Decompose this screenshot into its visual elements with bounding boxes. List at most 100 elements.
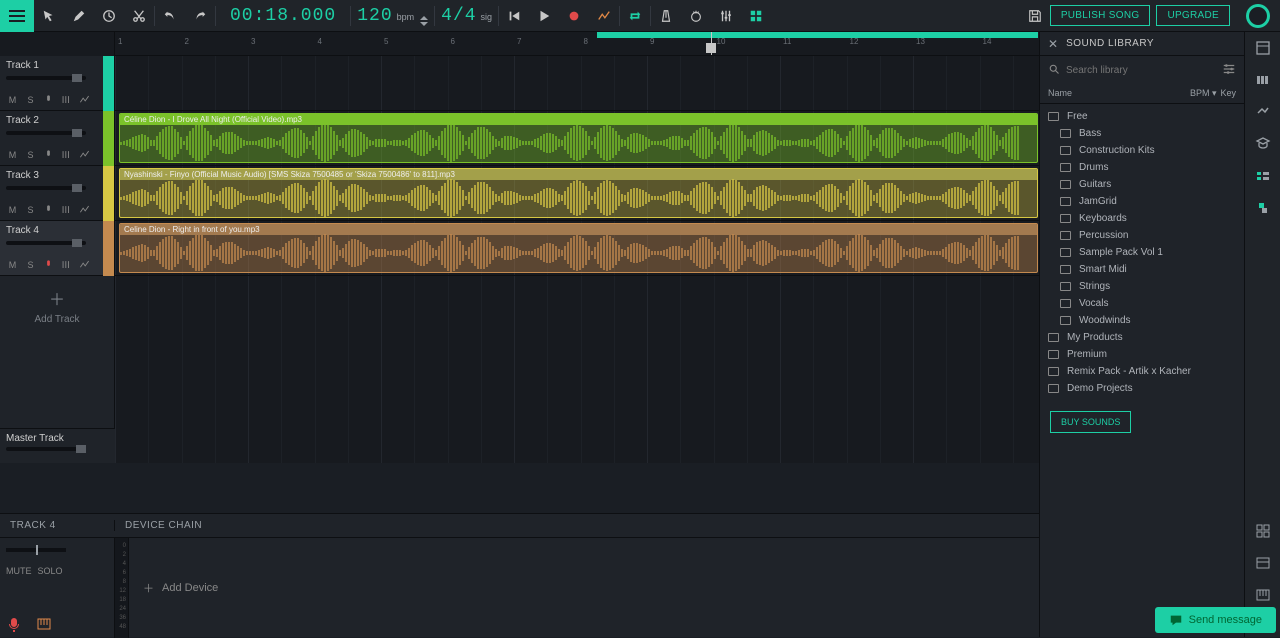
library-folder[interactable]: Construction Kits: [1040, 142, 1244, 159]
library-folder[interactable]: My Products: [1040, 329, 1244, 346]
solo-button[interactable]: SOLO: [38, 566, 63, 576]
solo-toggle[interactable]: S: [24, 148, 37, 161]
filter-icon[interactable]: [1222, 62, 1236, 79]
track-header[interactable]: Track 3 M S: [0, 166, 114, 221]
metronome-button[interactable]: [651, 0, 681, 32]
col-name[interactable]: Name: [1048, 88, 1190, 99]
chat-button[interactable]: Send message: [1155, 607, 1276, 633]
pointer-tool[interactable]: [34, 0, 64, 32]
track-color[interactable]: [103, 221, 114, 276]
automation-icon[interactable]: [78, 93, 91, 106]
library-folder[interactable]: Keyboards: [1040, 210, 1244, 227]
library-folder[interactable]: Free: [1040, 108, 1244, 125]
library-folder[interactable]: JamGrid: [1040, 193, 1244, 210]
track-header[interactable]: Track 2 M S: [0, 111, 114, 166]
col-key[interactable]: Key: [1220, 88, 1236, 99]
library-search-input[interactable]: [1060, 65, 1222, 76]
upgrade-button[interactable]: UPGRADE: [1156, 5, 1230, 26]
solo-toggle[interactable]: S: [24, 93, 37, 106]
buy-sounds-button[interactable]: BUY SOUNDS: [1050, 411, 1131, 433]
transport-time[interactable]: 00:18.000: [216, 6, 350, 26]
grid-button[interactable]: [741, 0, 771, 32]
midi-tab-icon[interactable]: [1253, 70, 1273, 90]
library-folder[interactable]: Strings: [1040, 278, 1244, 295]
library-folder[interactable]: Vocals: [1040, 295, 1244, 312]
eq-icon[interactable]: [60, 258, 73, 271]
add-track-button[interactable]: ＋Add Track: [0, 276, 114, 335]
master-volume-slider[interactable]: [6, 447, 86, 451]
pan-slider[interactable]: [6, 548, 66, 552]
timesig-display[interactable]: 4/4 sig: [435, 6, 498, 26]
track-color[interactable]: [103, 166, 114, 221]
library-folder[interactable]: Demo Projects: [1040, 380, 1244, 397]
eq-icon[interactable]: [60, 203, 73, 216]
play-button[interactable]: [529, 0, 559, 32]
save-button[interactable]: [1020, 0, 1050, 32]
user-avatar[interactable]: [1246, 4, 1270, 28]
library-folder[interactable]: Remix Pack - Artik x Kacher: [1040, 363, 1244, 380]
col-bpm[interactable]: BPM ▾: [1190, 88, 1217, 99]
undo-button[interactable]: [155, 0, 185, 32]
fx-icon[interactable]: [1253, 166, 1273, 186]
library-close-icon[interactable]: ✕: [1048, 37, 1058, 51]
mic-icon[interactable]: [42, 203, 55, 216]
clock-tool[interactable]: [94, 0, 124, 32]
solo-toggle[interactable]: S: [24, 203, 37, 216]
academy-icon[interactable]: [1253, 134, 1273, 154]
audio-clip[interactable]: Céline Dion - I Drove All Night (Officia…: [119, 113, 1038, 163]
menu-button[interactable]: [0, 0, 34, 32]
library-folder[interactable]: Premium: [1040, 346, 1244, 363]
arm-record-icon[interactable]: [6, 616, 22, 632]
bpm-display[interactable]: 120 bpm: [351, 6, 434, 26]
track-volume-slider[interactable]: [6, 76, 86, 80]
mic-icon[interactable]: [42, 148, 55, 161]
automation-button[interactable]: [589, 0, 619, 32]
master-track-header[interactable]: Master Track: [0, 428, 115, 463]
library-folder[interactable]: Guitars: [1040, 176, 1244, 193]
automation-icon[interactable]: [78, 203, 91, 216]
panel-icon-1[interactable]: [1253, 521, 1273, 541]
redo-button[interactable]: [185, 0, 215, 32]
library-folder[interactable]: Bass: [1040, 125, 1244, 142]
loop-button[interactable]: [620, 0, 650, 32]
mute-toggle[interactable]: M: [6, 258, 19, 271]
library-folder[interactable]: Drums: [1040, 159, 1244, 176]
automation-icon[interactable]: [78, 258, 91, 271]
collab-icon[interactable]: [1253, 198, 1273, 218]
library-tree[interactable]: FreeBassConstruction KitsDrumsGuitarsJam…: [1040, 104, 1244, 401]
track-header[interactable]: Track 1 M S: [0, 56, 114, 111]
library-folder[interactable]: Woodwinds: [1040, 312, 1244, 329]
track-volume-slider[interactable]: [6, 241, 86, 245]
track-color[interactable]: [103, 56, 114, 111]
cut-tool[interactable]: [124, 0, 154, 32]
library-folder[interactable]: Smart Midi: [1040, 261, 1244, 278]
audio-clip[interactable]: Nyashinski - Finyo (Official Music Audio…: [119, 168, 1038, 218]
library-folder[interactable]: Sample Pack Vol 1: [1040, 244, 1244, 261]
playhead[interactable]: [711, 32, 712, 55]
publish-button[interactable]: PUBLISH SONG: [1050, 5, 1151, 26]
mute-toggle[interactable]: M: [6, 93, 19, 106]
automation-icon[interactable]: [78, 148, 91, 161]
audio-clip[interactable]: Celine Dion - Right in front of you.mp3: [119, 223, 1038, 273]
eq-icon[interactable]: [60, 148, 73, 161]
record-button[interactable]: [559, 0, 589, 32]
track-volume-slider[interactable]: [6, 131, 86, 135]
mute-toggle[interactable]: M: [6, 203, 19, 216]
panel-icon-2[interactable]: [1253, 553, 1273, 573]
piano-icon[interactable]: [1253, 585, 1273, 605]
track-volume-slider[interactable]: [6, 186, 86, 190]
mixer-button[interactable]: [711, 0, 741, 32]
pencil-tool[interactable]: [64, 0, 94, 32]
keyboard-icon[interactable]: [36, 616, 52, 632]
solo-toggle[interactable]: S: [24, 258, 37, 271]
bpm-up[interactable]: [420, 16, 428, 20]
library-folder[interactable]: Percussion: [1040, 227, 1244, 244]
mic-icon[interactable]: [42, 93, 55, 106]
expand-icon[interactable]: [1253, 102, 1273, 122]
track-color[interactable]: [103, 111, 114, 166]
loop-region[interactable]: [597, 32, 1038, 38]
mute-button[interactable]: MUTE: [6, 566, 32, 576]
mic-icon[interactable]: [42, 258, 55, 271]
mute-toggle[interactable]: M: [6, 148, 19, 161]
countdown-button[interactable]: [681, 0, 711, 32]
